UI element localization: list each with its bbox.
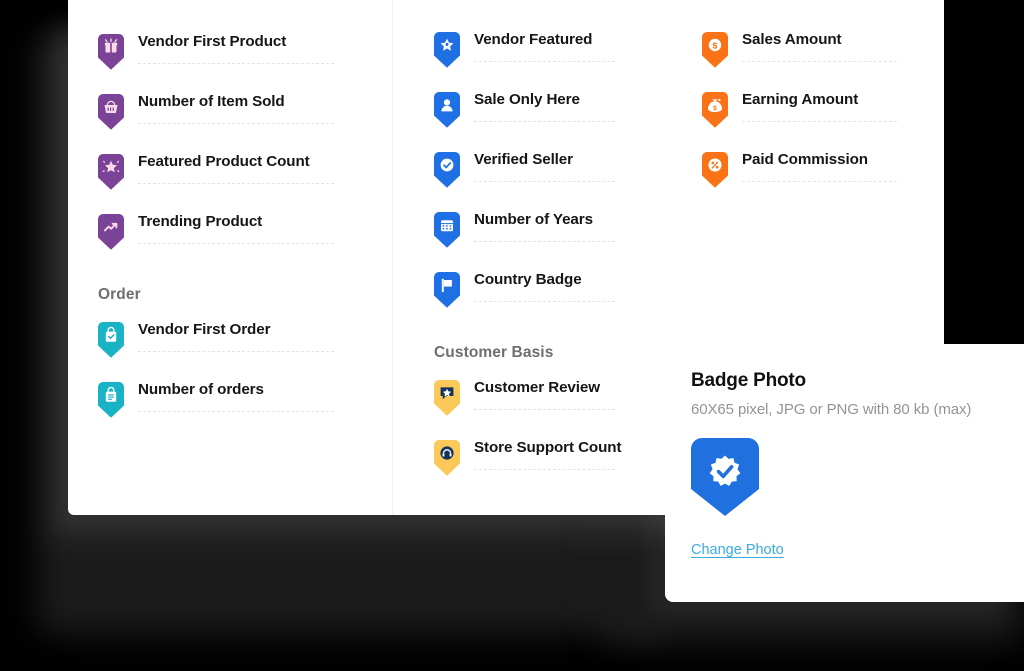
badge-body: Sales Amount bbox=[742, 30, 932, 62]
badge-body: Vendor Featured bbox=[474, 30, 686, 62]
section-heading-customer-basis: Customer Basis bbox=[434, 344, 554, 361]
badge-row[interactable]: Vendor Featured bbox=[434, 30, 686, 90]
badge-row[interactable]: $ Sales Amount bbox=[702, 30, 932, 90]
badge-separator bbox=[474, 301, 615, 302]
badge-row[interactable]: $ Earning Amount bbox=[702, 90, 932, 150]
badge-label: Verified Seller bbox=[474, 151, 573, 168]
badge-body: Earning Amount bbox=[742, 90, 932, 122]
badge-row[interactable]: Verified Seller bbox=[434, 150, 686, 210]
sparkle-star-badge-icon bbox=[98, 154, 124, 190]
badge-separator bbox=[742, 181, 897, 182]
money-bag-badge-icon: $ bbox=[702, 92, 728, 128]
badge-label: Country Badge bbox=[474, 271, 582, 288]
badge-separator bbox=[474, 469, 615, 470]
badge-body: Country Badge bbox=[474, 270, 686, 302]
badge-separator bbox=[138, 243, 334, 244]
badge-label: Earning Amount bbox=[742, 91, 859, 108]
badge-separator bbox=[138, 123, 334, 124]
badge-row[interactable]: Trending Product bbox=[98, 212, 392, 272]
basket-badge-icon bbox=[98, 94, 124, 130]
badge-separator bbox=[474, 241, 615, 242]
badge-label: Number of orders bbox=[138, 381, 264, 398]
badge-separator bbox=[138, 411, 334, 412]
badge-separator bbox=[138, 63, 334, 64]
svg-text:$: $ bbox=[713, 40, 718, 50]
badge-label: Sales Amount bbox=[742, 31, 842, 48]
vendor-column: Vendor Featured Sale Only Here Verified Se… bbox=[434, 0, 686, 498]
badge-label: Vendor First Order bbox=[138, 321, 271, 338]
badge-separator bbox=[742, 121, 897, 122]
badge-body: Vendor First Order bbox=[138, 320, 392, 352]
badge-label: Store Support Count bbox=[474, 439, 622, 456]
headset-badge-icon bbox=[434, 440, 460, 476]
badge-row[interactable]: Store Support Count bbox=[434, 438, 686, 498]
calendar-badge-icon bbox=[434, 212, 460, 248]
badge-label: Number of Item Sold bbox=[138, 93, 285, 110]
flag-badge-icon bbox=[434, 272, 460, 308]
review-star-badge-icon bbox=[434, 380, 460, 416]
badge-row[interactable]: Number of orders bbox=[98, 380, 392, 440]
badge-body: Featured Product Count bbox=[138, 152, 392, 184]
dollar-coin-badge-icon: $ bbox=[702, 32, 728, 68]
verified-badge-icon bbox=[434, 152, 460, 188]
earnings-column: $ Sales Amount $ Earning Amount Paid Commiss… bbox=[702, 0, 932, 210]
badge-row[interactable]: Number of Years bbox=[434, 210, 686, 270]
badge-separator bbox=[474, 409, 615, 410]
badge-row[interactable]: Featured Product Count bbox=[98, 152, 392, 212]
badge-row[interactable]: Country Badge bbox=[434, 270, 686, 330]
badge-label: Paid Commission bbox=[742, 151, 868, 168]
badge-label: Customer Review bbox=[474, 379, 600, 396]
badge-row[interactable]: Sale Only Here bbox=[434, 90, 686, 150]
change-photo-link[interactable]: Change Photo bbox=[691, 542, 784, 558]
badge-separator bbox=[138, 183, 334, 184]
panel-subtitle: 60X65 pixel, JPG or PNG with 80 kb (max) bbox=[691, 401, 972, 418]
badge-body: Store Support Count bbox=[474, 438, 686, 470]
badge-body: Number of Years bbox=[474, 210, 686, 242]
panel-title: Badge Photo bbox=[691, 370, 806, 391]
badge-separator bbox=[474, 181, 615, 182]
star-badge-icon bbox=[434, 32, 460, 68]
badge-label: Featured Product Count bbox=[138, 153, 310, 170]
badge-row[interactable]: Vendor First Product bbox=[98, 32, 392, 92]
badge-body: Verified Seller bbox=[474, 150, 686, 182]
badge-separator bbox=[474, 61, 615, 62]
section-heading-order: Order bbox=[98, 286, 141, 303]
shopping-bag-list-badge-icon bbox=[98, 382, 124, 418]
badge-label: Sale Only Here bbox=[474, 91, 580, 108]
badge-separator bbox=[474, 121, 615, 122]
badge-separator bbox=[742, 61, 897, 62]
badge-photo-preview bbox=[691, 438, 759, 516]
badge-body: Customer Review bbox=[474, 378, 686, 410]
person-badge-icon bbox=[434, 92, 460, 128]
badge-body: Number of orders bbox=[138, 380, 392, 412]
badge-body: Trending Product bbox=[138, 212, 392, 244]
product-column: Vendor First Product Number of Item Sold F… bbox=[98, 0, 392, 440]
badge-label: Trending Product bbox=[138, 213, 263, 230]
shopping-bag-check-badge-icon bbox=[98, 322, 124, 358]
badge-separator bbox=[138, 351, 334, 352]
trend-arrow-badge-icon bbox=[98, 214, 124, 250]
page-root: Vendor First Product Number of Item Sold F… bbox=[0, 0, 1024, 671]
badge-row[interactable]: Customer Review bbox=[434, 378, 686, 438]
badge-body: Paid Commission bbox=[742, 150, 932, 182]
badge-photo-panel: Badge Photo 60X65 pixel, JPG or PNG with… bbox=[665, 344, 1024, 602]
percent-badge-icon bbox=[702, 152, 728, 188]
badge-body: Number of Item Sold bbox=[138, 92, 392, 124]
badge-body: Sale Only Here bbox=[474, 90, 686, 122]
badge-body: Vendor First Product bbox=[138, 32, 392, 64]
badge-label: Number of Years bbox=[474, 211, 593, 228]
badge-label: Vendor First Product bbox=[138, 33, 287, 50]
badge-label: Vendor Featured bbox=[474, 31, 593, 48]
badge-row[interactable]: Paid Commission bbox=[702, 150, 932, 210]
badge-row[interactable]: Number of Item Sold bbox=[98, 92, 392, 152]
gift-badge-icon bbox=[98, 34, 124, 70]
svg-text:$: $ bbox=[713, 105, 717, 112]
badge-row[interactable]: Vendor First Order bbox=[98, 320, 392, 380]
